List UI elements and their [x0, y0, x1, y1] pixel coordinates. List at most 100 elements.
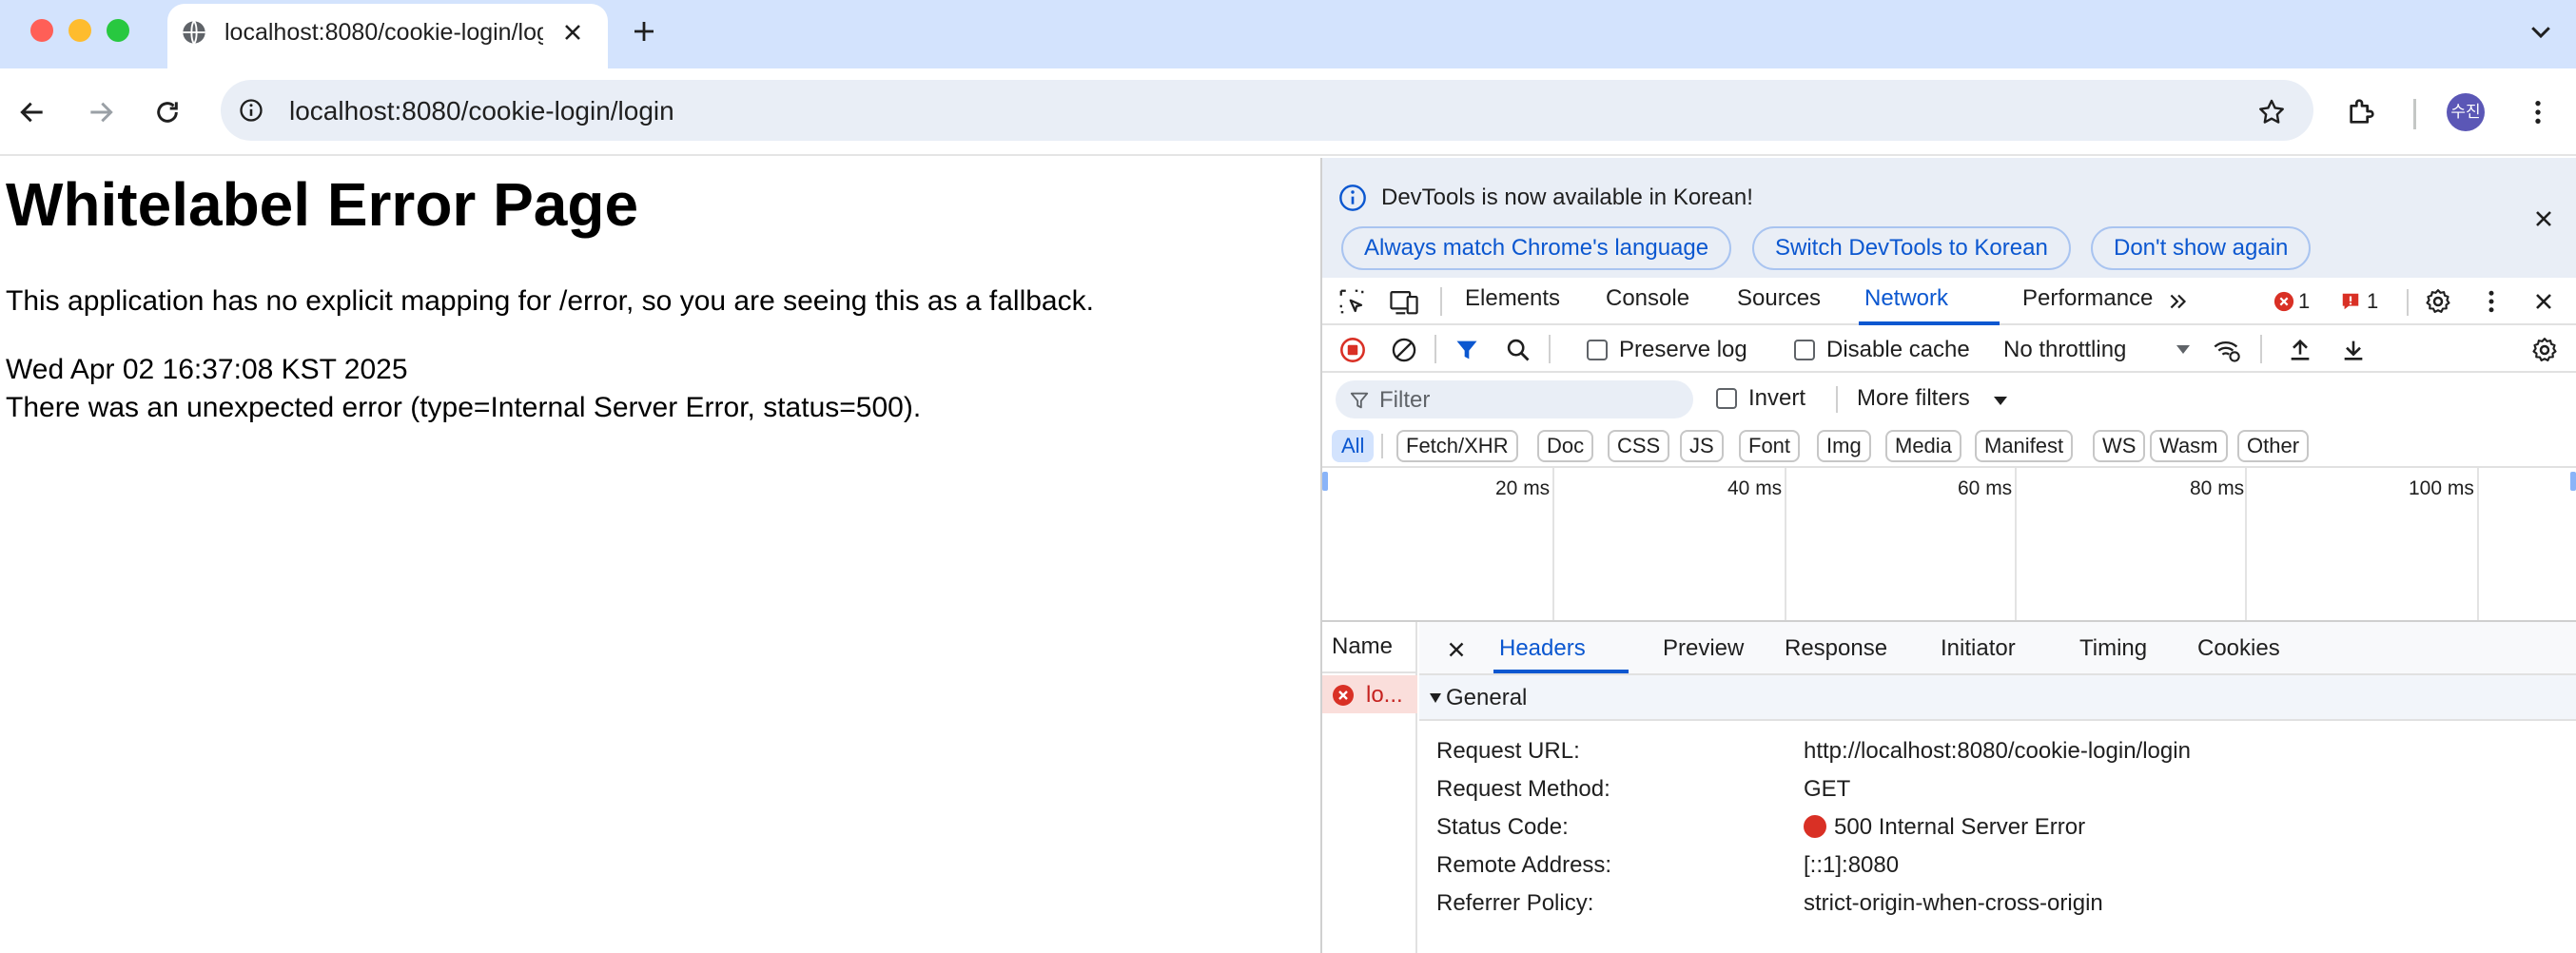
bookmark-star-icon[interactable]	[2256, 97, 2287, 127]
tab-sources[interactable]: Sources	[1737, 285, 1821, 312]
tab-performance[interactable]: Performance	[2022, 285, 2153, 312]
search-icon[interactable]	[1505, 337, 1532, 363]
throttling-select[interactable]: No throttling	[2003, 337, 2126, 363]
browser-tab[interactable]: localhost:8080/cookie-login/login	[167, 4, 608, 68]
type-filter-manifest[interactable]: Manifest	[1975, 430, 2074, 462]
chrome-menu-icon[interactable]	[2523, 97, 2553, 127]
type-filter-all[interactable]: All	[1332, 430, 1375, 462]
timeline-label: 40 ms	[1727, 477, 1783, 499]
tab-response[interactable]: Response	[1785, 635, 1887, 662]
disable-cache-checkbox[interactable]	[1794, 340, 1815, 360]
page-viewport: Whitelabel Error Page This application h…	[0, 158, 1320, 953]
throttling-dropdown-icon[interactable]	[2175, 342, 2192, 356]
resource-type-filters: All Fetch/XHR Doc CSS JS Font Img Media …	[1322, 424, 2576, 468]
timeline-label: 100 ms	[2409, 477, 2474, 499]
type-filter-media[interactable]: Media	[1885, 430, 1961, 462]
type-filter-other[interactable]: Other	[2237, 430, 2310, 462]
filter-input[interactable]: Filter	[1336, 380, 1693, 418]
type-filter-css[interactable]: CSS	[1608, 430, 1670, 462]
timeline-gridline	[2015, 468, 2017, 620]
address-bar[interactable]: localhost:8080/cookie-login/login	[221, 80, 2313, 141]
header-key: Request URL:	[1436, 738, 1580, 764]
close-devtools-icon[interactable]	[2530, 288, 2557, 315]
tab-close-icon[interactable]	[559, 19, 586, 46]
name-column-header[interactable]: Name	[1322, 622, 1417, 673]
toolbar-divider	[2260, 335, 2262, 363]
network-conditions-icon[interactable]	[2213, 337, 2241, 363]
type-filter-fetch-xhr[interactable]: Fetch/XHR	[1396, 430, 1518, 462]
inspect-element-icon[interactable]	[1337, 287, 1366, 316]
close-window-button[interactable]	[30, 19, 53, 42]
preserve-log-checkbox[interactable]	[1587, 340, 1608, 360]
devtools-menu-icon[interactable]	[2477, 287, 2506, 316]
chevron-down-icon[interactable]	[2527, 17, 2555, 46]
invert-checkbox[interactable]	[1716, 388, 1737, 409]
request-row[interactable]: lo...	[1322, 675, 1417, 713]
extensions-puzzle-icon[interactable]	[2346, 95, 2378, 127]
tab-console[interactable]: Console	[1606, 285, 1689, 312]
tab-headers[interactable]: Headers	[1499, 635, 1586, 662]
switch-to-korean-button[interactable]: Switch DevTools to Korean	[1752, 226, 2071, 270]
tab-elements[interactable]: Elements	[1465, 285, 1560, 312]
type-filter-wasm[interactable]: Wasm	[2150, 430, 2228, 462]
general-section-header[interactable]: General	[1419, 675, 2576, 721]
maximize-window-button[interactable]	[107, 19, 129, 42]
settings-gear-icon[interactable]	[2424, 287, 2452, 316]
toolbar-divider	[1549, 335, 1551, 363]
network-overview-timeline[interactable]: 20 ms 40 ms 60 ms 80 ms 100 ms	[1322, 468, 2576, 622]
tab-title: localhost:8080/cookie-login/login	[224, 19, 543, 46]
more-filters-button[interactable]: More filters	[1857, 385, 1970, 412]
type-filter-js[interactable]: JS	[1680, 430, 1724, 462]
forward-arrow-icon[interactable]	[86, 97, 116, 127]
more-filters-dropdown-icon[interactable]	[1992, 394, 2009, 407]
language-infobar: DevTools is now available in Korean! Alw…	[1322, 158, 2576, 278]
request-name: lo...	[1366, 682, 1403, 708]
filter-bar: Filter Invert More filters	[1322, 373, 2576, 424]
site-info-icon[interactable]	[238, 97, 264, 124]
tab-network[interactable]: Network	[1864, 285, 1948, 312]
device-toolbar-icon[interactable]	[1389, 287, 1419, 316]
new-tab-plus-icon[interactable]	[630, 17, 658, 46]
tab-timing[interactable]: Timing	[2079, 635, 2147, 662]
close-detail-icon[interactable]	[1444, 637, 1469, 662]
chip-divider	[1381, 434, 1383, 458]
timeline-gridline	[1552, 468, 1554, 620]
timeline-left-handle[interactable]	[1322, 472, 1328, 491]
type-filter-font[interactable]: Font	[1739, 430, 1801, 462]
tab-cookies[interactable]: Cookies	[2197, 635, 2280, 662]
request-details-area: Name lo... Headers Preview Response Init…	[1322, 622, 2576, 953]
preserve-log-label: Preserve log	[1619, 337, 1747, 362]
type-filter-doc[interactable]: Doc	[1537, 430, 1594, 462]
minimize-window-button[interactable]	[68, 19, 91, 42]
import-har-upload-icon[interactable]	[2287, 337, 2313, 363]
reload-icon[interactable]	[152, 97, 183, 127]
filter-funnel-icon[interactable]	[1454, 337, 1480, 363]
header-value: 500 Internal Server Error	[1834, 814, 2086, 840]
always-match-language-button[interactable]: Always match Chrome's language	[1341, 226, 1732, 270]
issue-count[interactable]: 1	[2367, 289, 2378, 314]
timeline-gridline	[2245, 468, 2247, 620]
header-value: http://localhost:8080/cookie-login/login	[1804, 738, 2191, 764]
timeline-right-handle[interactable]	[2570, 472, 2576, 491]
back-arrow-icon[interactable]	[17, 97, 48, 127]
url-text: localhost:8080/cookie-login/login	[289, 96, 674, 126]
infobar-close-icon[interactable]	[2530, 205, 2557, 232]
tab-preview[interactable]: Preview	[1663, 635, 1744, 662]
dont-show-again-button[interactable]: Don't show again	[2091, 226, 2312, 270]
profile-avatar[interactable]: 수진	[2447, 93, 2485, 131]
header-key: Status Code:	[1436, 814, 1569, 840]
clear-icon[interactable]	[1391, 337, 1417, 363]
browser-toolbar: localhost:8080/cookie-login/login 수진	[0, 68, 2576, 156]
export-har-download-icon[interactable]	[2340, 337, 2367, 363]
error-count-icon[interactable]	[2274, 291, 2294, 312]
type-filter-ws[interactable]: WS	[2093, 430, 2146, 462]
type-filter-img[interactable]: Img	[1817, 430, 1871, 462]
network-settings-gear-icon[interactable]	[2530, 336, 2559, 364]
error-explanation: This application has no explicit mapping…	[6, 285, 1094, 317]
tab-initiator[interactable]: Initiator	[1941, 635, 2016, 662]
error-count[interactable]: 1	[2298, 289, 2310, 314]
issues-flag-icon[interactable]	[2340, 291, 2361, 312]
more-tabs-chevron-icon[interactable]	[2165, 289, 2192, 314]
status-error-dot-icon	[1804, 815, 1826, 838]
record-stop-icon[interactable]	[1339, 337, 1366, 363]
